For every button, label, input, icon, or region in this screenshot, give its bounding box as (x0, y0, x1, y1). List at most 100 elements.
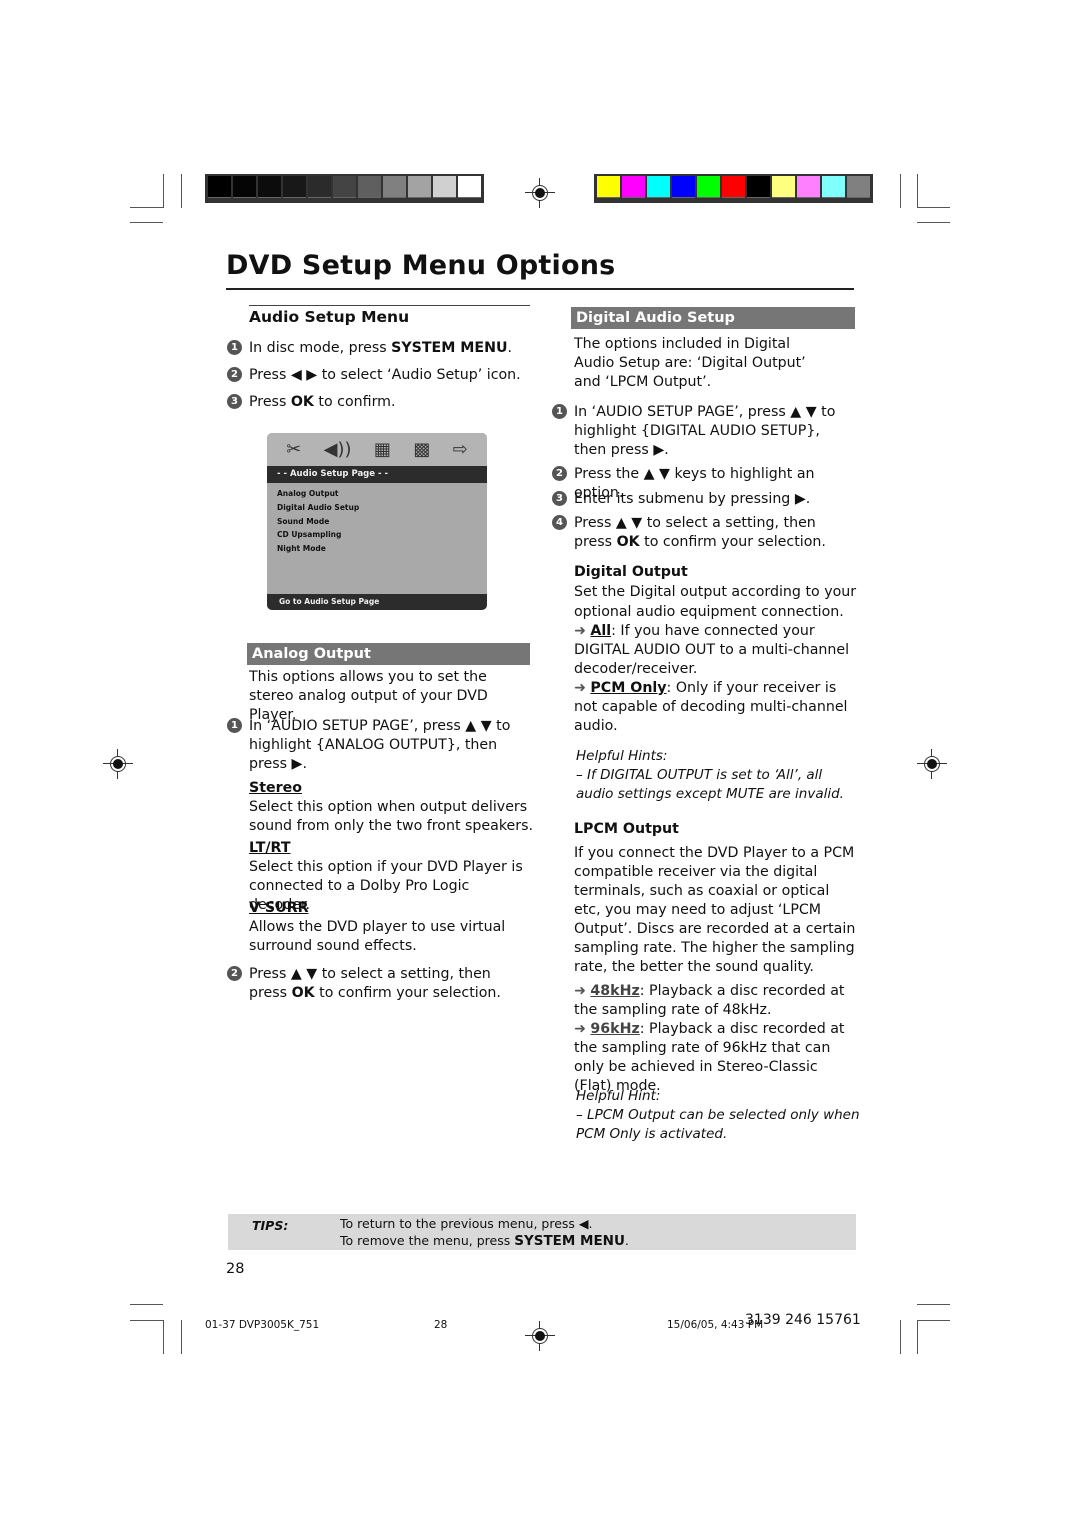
step-text: Press ◀ ▶ to select ‘Audio Setup’ icon. (249, 367, 521, 383)
subheading-digital-output: Digital Output (574, 564, 688, 580)
color-swatch (408, 176, 431, 198)
color-swatch (233, 176, 256, 198)
crop-mark (917, 1304, 950, 1305)
osd-icon-bar: ✂ ◀)) ▦ ▩ ⇨ (267, 433, 487, 466)
color-swatch (672, 176, 695, 198)
option-name-v-surr: V SURR (249, 900, 309, 916)
step-text-post: to confirm your selection. (314, 985, 501, 1001)
option-pcm-only: ➜ PCM Only: Only if your receiver is not… (574, 679, 859, 736)
option-name: 96kHz (590, 1021, 640, 1037)
registration-mark-icon (525, 178, 555, 208)
crop-mark (917, 222, 950, 223)
color-swatch (797, 176, 820, 198)
option-48khz: ➜ 48kHz: Playback a disc recorded at the… (574, 982, 859, 1020)
option-name-lt-rt: LT/RT (249, 840, 291, 856)
hint-title: Helpful Hints: (576, 748, 668, 764)
option-name-stereo: Stereo (249, 780, 302, 796)
step-text: Press ▲ ▼ to select a setting, then pres… (249, 965, 529, 1003)
crop-mark (163, 1320, 164, 1354)
footer-file-name: 01-37 DVP3005K_751 (205, 1319, 320, 1331)
analog-option: Stereo Select this option when output de… (249, 779, 534, 836)
crop-mark (130, 207, 163, 208)
color-swatch (308, 176, 331, 198)
page-number: 28 (226, 1261, 245, 1277)
option-desc: Select this option when output delivers … (249, 799, 534, 834)
exit-icon: ⇨ (452, 439, 468, 460)
hint-text: – If DIGITAL OUTPUT is set to ‘All’, all… (576, 767, 844, 802)
digital-output-desc: Set the Digital output according to your… (574, 584, 857, 620)
color-swatch (383, 176, 406, 198)
color-swatch (208, 176, 231, 198)
option-name: All (590, 623, 612, 639)
crop-mark (130, 222, 163, 223)
step-text-bold: OK (291, 985, 315, 1001)
crop-mark (163, 174, 164, 208)
subheading-lpcm-output: LPCM Output (574, 821, 679, 837)
osd-menu-item: Analog Output (277, 489, 339, 498)
tips-line: To return to the previous menu, press ◀. (340, 1216, 593, 1231)
step-number-icon: 1 (552, 404, 567, 419)
helpful-hint: Helpful Hint: – LPCM Output can be selec… (576, 1087, 861, 1144)
step-text-post: to confirm. (313, 394, 396, 410)
digital-output-block: Digital Output Set the Digital output ac… (574, 563, 859, 736)
color-calibration-bar (594, 174, 873, 203)
hint-text: – LPCM Output can be selected only when … (576, 1107, 860, 1142)
color-swatch (647, 176, 670, 198)
step-number-icon: 2 (552, 466, 567, 481)
crop-mark (917, 1320, 918, 1354)
video-icon: ▦ (373, 439, 391, 460)
registration-mark-icon (917, 749, 947, 779)
osd-footer: Go to Audio Setup Page (267, 594, 487, 610)
color-swatch (722, 176, 745, 198)
option-96khz: ➜ 96kHz: Playback a disc recorded at the… (574, 1020, 859, 1096)
step-number-icon: 2 (227, 367, 242, 382)
footer-page: 28 (434, 1319, 448, 1331)
step-number-icon: 3 (552, 491, 567, 506)
arrow-right-icon: ➜ (574, 623, 586, 639)
color-swatch (772, 176, 795, 198)
color-swatch (822, 176, 845, 198)
tips-text-post: . (624, 1233, 629, 1248)
tips-text-pre: To remove the menu, press (340, 1233, 515, 1248)
crop-mark (917, 1320, 950, 1321)
arrow-right-icon: ➜ (574, 983, 586, 999)
grid-icon: ▩ (413, 439, 431, 460)
step-number-icon: 1 (227, 718, 242, 733)
tips-box: TIPS: To return to the previous menu, pr… (228, 1214, 856, 1250)
tools-icon: ✂ (286, 439, 302, 460)
color-swatch (283, 176, 306, 198)
page-title: DVD Setup Menu Options (226, 250, 616, 281)
step-text-bold: OK (290, 394, 314, 410)
title-divider (226, 288, 854, 290)
footer-doc-code: 3139 246 15761 (745, 1312, 861, 1328)
digital-intro: The options included in Digital Audio Se… (574, 336, 806, 390)
section-band-digital-audio-setup: Digital Audio Setup (571, 307, 855, 329)
crop-mark (900, 1320, 901, 1354)
step-number-icon: 4 (552, 515, 567, 530)
registration-mark-icon (103, 749, 133, 779)
color-swatch (847, 176, 870, 198)
tips-line: To remove the menu, press SYSTEM MENU. (340, 1233, 629, 1249)
crop-mark (917, 207, 950, 208)
hint-title: Helpful Hint: (576, 1088, 661, 1104)
section-band-analog-output: Analog Output (247, 643, 530, 665)
speaker-icon: ◀)) (323, 439, 352, 460)
registration-mark-icon (525, 1321, 555, 1351)
color-swatch (458, 176, 481, 198)
color-swatch (697, 176, 720, 198)
step-text-bold: SYSTEM MENU (391, 340, 508, 356)
option-name: 48kHz (590, 983, 640, 999)
arrow-right-icon: ➜ (574, 1021, 586, 1037)
color-swatch (747, 176, 770, 198)
option-desc: Allows the DVD player to use virtual sur… (249, 919, 506, 954)
lpcm-block: LPCM Output If you connect the DVD Playe… (574, 820, 859, 1096)
crop-mark (181, 174, 182, 208)
step-text-bold: OK (616, 534, 640, 550)
section-divider (249, 305, 530, 306)
crop-mark (900, 174, 901, 208)
tips-text-bold: SYSTEM MENU (514, 1233, 625, 1249)
crop-mark (917, 174, 918, 208)
osd-menu-list: Analog Output Digital Audio Setup Sound … (267, 483, 487, 556)
lpcm-desc: If you connect the DVD Player to a PCM c… (574, 845, 856, 975)
crop-mark (130, 1304, 163, 1305)
